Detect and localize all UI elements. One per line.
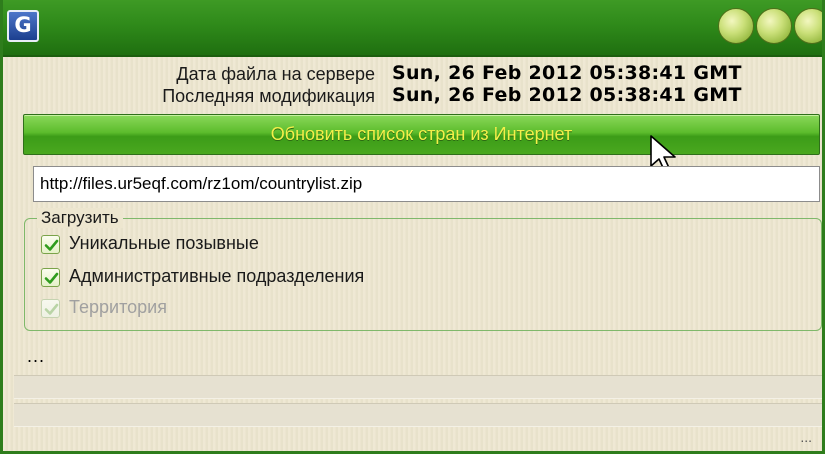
- status-text: ...: [27, 346, 46, 366]
- download-group-title: Загрузить: [37, 208, 123, 228]
- checkbox-label: Административные подразделения: [69, 266, 365, 286]
- checkbox: [41, 299, 60, 318]
- update-country-list-button[interactable]: Обновить список стран из Интернет: [23, 114, 820, 155]
- progress-bar-1: [14, 375, 822, 399]
- server-date-value: Sun, 26 Feb 2012 05:38:41 GMT: [392, 62, 742, 84]
- progress-bar-2: [14, 403, 822, 427]
- close-button[interactable]: [794, 8, 822, 44]
- app-window: G Дата файла на сервере Sun, 26 Feb 2012…: [0, 0, 825, 454]
- minimize-button[interactable]: [718, 8, 754, 44]
- app-icon[interactable]: G: [7, 10, 39, 42]
- checkbox[interactable]: [41, 235, 60, 254]
- checkbox[interactable]: [41, 268, 60, 287]
- modified-date-label: Последняя модификация: [162, 86, 375, 106]
- checkmark-icon: [44, 272, 59, 284]
- checkbox-label: Территория: [69, 297, 167, 317]
- title-bar[interactable]: G: [3, 0, 822, 57]
- checkmark-icon: [44, 303, 59, 315]
- url-field[interactable]: http://files.ur5eqf.com/rz1om/countrylis…: [33, 166, 820, 202]
- maximize-button[interactable]: [756, 8, 792, 44]
- checkmark-icon: [44, 239, 59, 251]
- server-date-label: Дата файла на сервере: [176, 64, 375, 84]
- status-corner-text: ...: [800, 429, 812, 445]
- checkbox-label: Уникальные позывные: [69, 233, 259, 253]
- modified-date-value: Sun, 26 Feb 2012 05:38:41 GMT: [392, 84, 742, 106]
